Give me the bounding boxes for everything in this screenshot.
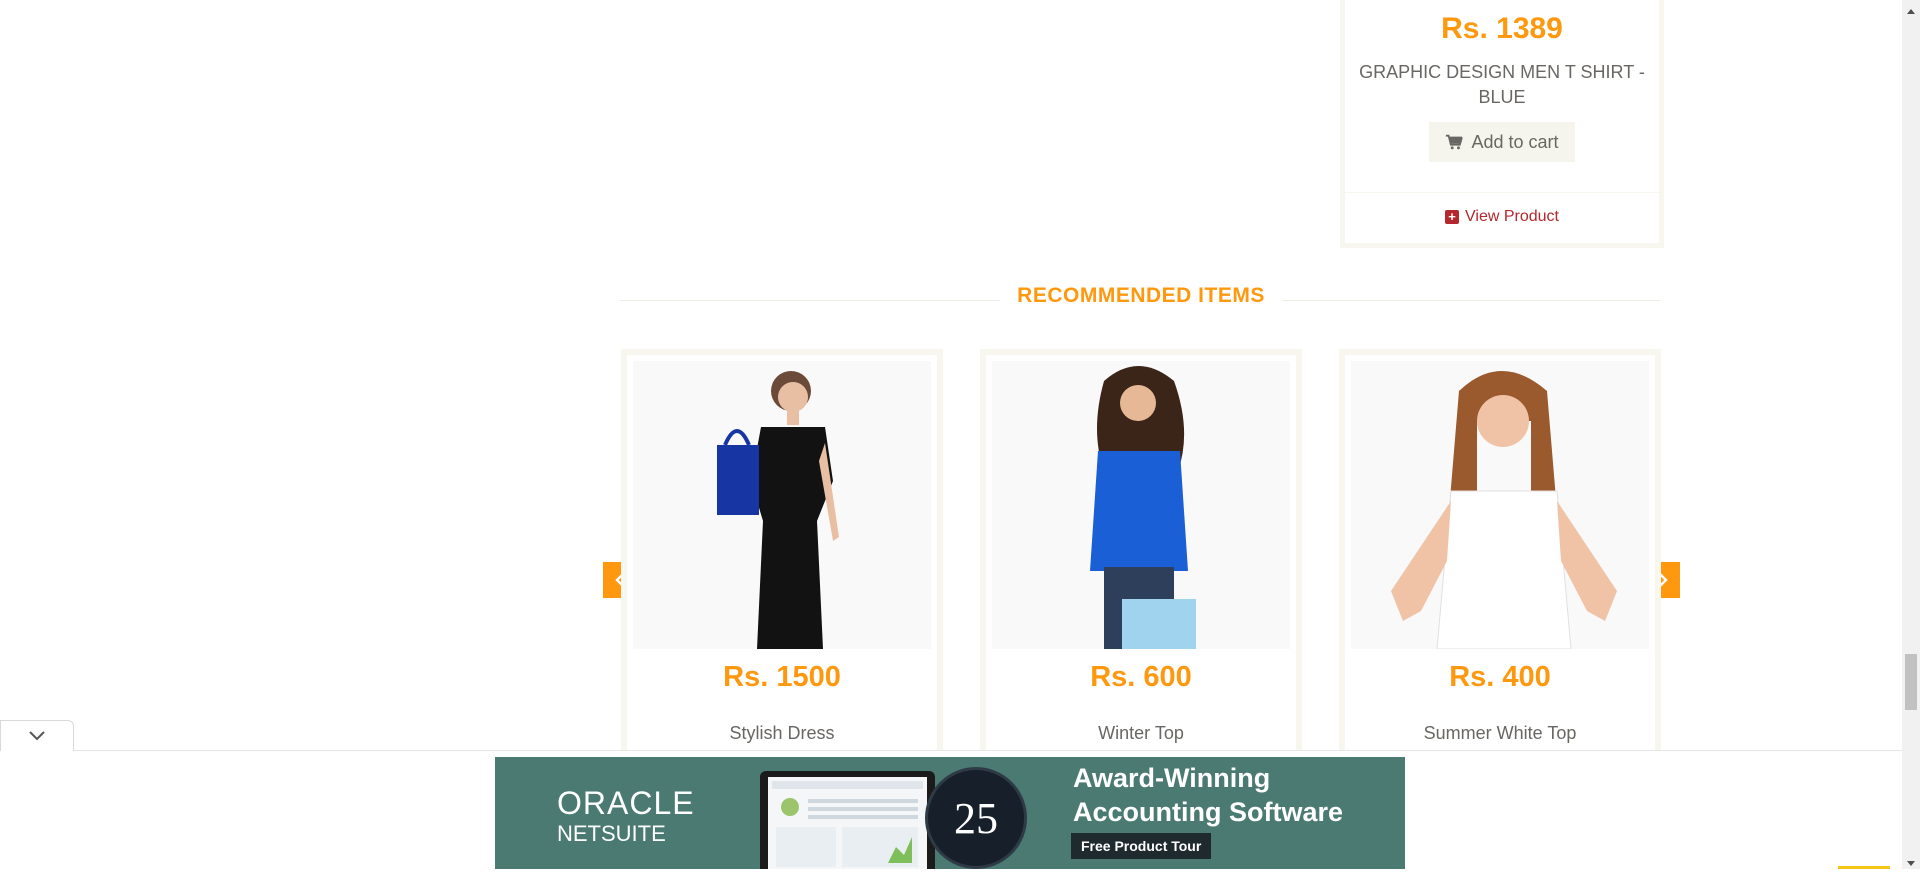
ad-collapse-button[interactable] — [0, 720, 74, 751]
ad-headline: Award-Winning Accounting Software — [1073, 761, 1343, 829]
section-title: RECOMMENDED ITEMS — [1000, 284, 1282, 308]
product-price: Rs. 1389 — [1441, 12, 1563, 45]
view-product-label: View Product — [1465, 208, 1559, 225]
laptop-screen — [768, 777, 927, 869]
recommended-item-card[interactable]: Rs. 1500 Stylish Dress — [621, 349, 943, 769]
view-product-link[interactable]: + View Product — [1345, 208, 1659, 226]
item-price: Rs. 1500 — [723, 661, 841, 693]
item-name: Stylish Dress — [729, 723, 835, 743]
product-image-winter-top[interactable] — [992, 361, 1290, 649]
scrollbar-track[interactable] — [1902, 0, 1920, 869]
scroll-up-icon[interactable] — [1905, 3, 1917, 14]
ad-headline-line2: Accounting Software — [1073, 797, 1344, 827]
recommended-item-card[interactable]: Rs. 600 Winter Top — [980, 349, 1302, 769]
ad-cta-button[interactable]: Free Product Tour — [1071, 833, 1212, 859]
product-card: Rs. 1389 GRAPHIC DESIGN MEN T SHIRT - BL… — [1340, 0, 1664, 248]
laptop-image — [760, 771, 935, 869]
scroll-down-icon[interactable] — [1905, 856, 1917, 866]
item-name: Summer White Top — [1423, 723, 1577, 743]
anniversary-badge: 25 — [925, 767, 1027, 869]
recommended-item-card[interactable]: Rs. 400 Summer White Top — [1339, 349, 1661, 769]
item-name: Winter Top — [1098, 723, 1184, 743]
product-name: GRAPHIC DESIGN MEN T SHIRT - BLUE — [1359, 62, 1645, 107]
item-price: Rs. 400 — [1449, 661, 1551, 693]
add-to-cart-button[interactable]: Add to cart — [1429, 122, 1575, 162]
shopping-cart-icon — [1446, 134, 1464, 150]
scrollbar-thumb[interactable] — [1905, 654, 1917, 710]
plus-square-icon: + — [1445, 210, 1459, 224]
item-price: Rs. 600 — [1090, 661, 1192, 693]
chevron-down-icon — [29, 731, 45, 741]
ad-brand-line2: NETSUITE — [557, 821, 666, 846]
ad-banner[interactable]: ORACLE NETSUITE 25 Award-Winning Account… — [495, 757, 1405, 869]
add-to-cart-label: Add to cart — [1471, 131, 1559, 152]
product-image-stylish-dress[interactable] — [633, 361, 931, 649]
ad-headline-line1: Award-Winning — [1073, 763, 1271, 793]
ad-brand-line1: ORACLE — [557, 785, 695, 821]
product-image-summer-white-top[interactable] — [1351, 361, 1649, 649]
card-divider — [1345, 192, 1659, 193]
